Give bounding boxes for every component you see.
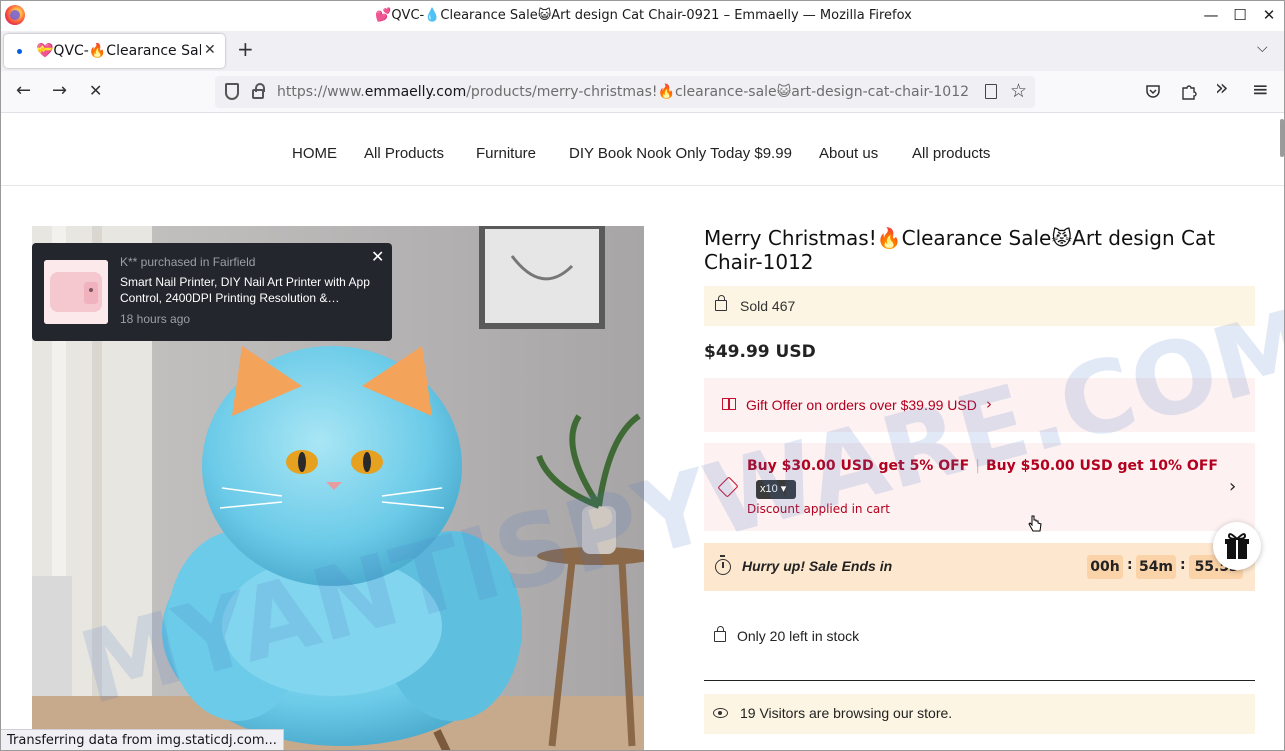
sold-count: Sold 467 — [740, 298, 796, 314]
recent-purchase-popup[interactable]: K** purchased in Fairfield Smart Nail Pr… — [32, 243, 392, 341]
forward-button[interactable]: → — [52, 81, 67, 101]
countdown-hours: 00h — [1087, 555, 1123, 579]
countdown-separator: : — [1180, 557, 1186, 573]
floating-gift-button[interactable] — [1213, 522, 1261, 570]
menu-hamburger-icon[interactable]: ≡ — [1252, 79, 1269, 99]
tracking-protection-shield-icon[interactable] — [225, 83, 239, 100]
discount-separator: | — [975, 458, 980, 474]
gift-icon — [722, 398, 736, 410]
volume-discount-banner[interactable]: Buy $30.00 USD get 5% OFF | Buy $50.00 USD… — [704, 443, 1255, 531]
divider — [704, 680, 1255, 681]
back-button[interactable]: ← — [16, 81, 31, 101]
toast-buyer-location: K** purchased in Fairfield — [120, 255, 256, 269]
nav-link-all-products[interactable]: All Products — [364, 145, 444, 162]
gift-box-icon — [1225, 533, 1249, 559]
product-title: Merry Christmas!🔥Clearance Sale😾Art desi… — [704, 226, 1216, 274]
nav-link-all-products-2[interactable]: All products — [912, 145, 990, 162]
chevron-right-icon[interactable]: › — [986, 395, 992, 413]
extensions-puzzle-icon[interactable] — [1181, 83, 1197, 100]
sold-count-banner: Sold 467 — [704, 286, 1255, 326]
countdown-separator: : — [1127, 557, 1133, 573]
navigation-bar: ← → ✕ https://www.emmaelly.com/products/… — [1, 71, 1284, 113]
eye-icon — [713, 708, 728, 718]
nav-link-furniture[interactable]: Furniture — [476, 145, 536, 162]
browser-window: 💕QVC-💧Clearance Sale😺Art design Cat Chai… — [0, 0, 1285, 751]
tab-strip: 💝QVC-🔥Clearance Sale ✕ + ⌵ — [1, 31, 1284, 71]
sale-countdown-banner: Hurry up! Sale Ends in 00h : 54m : 55.5s — [704, 543, 1255, 591]
url-bar[interactable]: https://www.emmaelly.com/products/merry-… — [215, 76, 1035, 108]
window-title: 💕QVC-💧Clearance Sale😺Art design Cat Chai… — [375, 8, 912, 23]
more-tools-chevron-icon[interactable]: » — [1215, 78, 1228, 100]
tab-active[interactable]: 💝QVC-🔥Clearance Sale ✕ — [4, 34, 225, 68]
minimize-button[interactable]: — — [1197, 4, 1225, 26]
discount-tier-2: Buy $50.00 USD get 10% OFF — [985, 458, 1218, 474]
discount-quantity-dropdown[interactable]: x10 ▾ — [756, 480, 796, 499]
discount-tier-1: Buy $30.00 USD get 5% OFF — [747, 458, 970, 474]
bookmark-star-icon[interactable]: ☆ — [1010, 80, 1027, 102]
countdown-minutes: 54m — [1136, 555, 1176, 579]
stopwatch-icon — [715, 555, 731, 575]
page-scrollbar-thumb[interactable] — [1280, 119, 1284, 157]
lock-icon[interactable] — [252, 83, 265, 99]
toast-time: 18 hours ago — [120, 312, 191, 326]
reader-view-icon[interactable] — [985, 84, 997, 99]
hand-cursor-icon — [1028, 515, 1042, 532]
tab-close-icon[interactable]: ✕ — [204, 42, 216, 58]
visitors-count: 19 Visitors are browsing our store. — [740, 705, 953, 721]
product-price: $49.99 USD — [704, 342, 816, 362]
gift-offer-text[interactable]: Gift Offer on orders over $39.99 USD — [746, 397, 977, 413]
toast-product-name[interactable]: Smart Nail Printer, DIY Nail Art Printer… — [120, 274, 378, 306]
new-tab-button[interactable]: + — [237, 37, 254, 61]
list-all-tabs-button[interactable]: ⌵ — [1257, 40, 1268, 56]
stock-level: Only 20 left in stock — [737, 628, 860, 644]
url-text[interactable]: https://www.emmaelly.com/products/merry-… — [277, 84, 969, 100]
title-bar: 💕QVC-💧Clearance Sale😺Art design Cat Chai… — [1, 1, 1284, 31]
sale-ends-label: Hurry up! Sale Ends in — [742, 558, 893, 574]
close-window-button[interactable]: ✕ — [1255, 4, 1283, 26]
nav-link-home[interactable]: HOME — [292, 145, 337, 162]
price-tag-icon — [717, 476, 739, 498]
web-page: HOME All Products Furniture DIY Book Noo… — [1, 113, 1284, 750]
loading-dot-icon — [17, 49, 22, 54]
pocket-icon[interactable] — [1145, 83, 1161, 99]
nav-link-diy-book-nook[interactable]: DIY Book Nook Only Today $9.99 — [569, 145, 792, 162]
discount-applied-note: Discount applied in cart — [747, 502, 890, 516]
discount-tiers: Buy $30.00 USD get 5% OFF | Buy $50.00 USD… — [747, 458, 1218, 474]
toast-close-icon[interactable]: ✕ — [371, 247, 384, 266]
toast-product-thumbnail — [44, 260, 108, 324]
status-bar: Transferring data from img.staticdj.com.… — [1, 729, 284, 750]
shopping-bag-icon — [715, 295, 727, 311]
tab-label: 💝QVC-🔥Clearance Sale — [36, 43, 201, 59]
site-navigation: HOME All Products Furniture DIY Book Noo… — [1, 113, 1284, 186]
chevron-right-icon[interactable]: › — [1229, 476, 1236, 497]
nav-link-about-us[interactable]: About us — [819, 145, 878, 162]
visitors-banner: 19 Visitors are browsing our store. — [704, 694, 1255, 734]
gift-offer-banner[interactable]: Gift Offer on orders over $39.99 USD › — [704, 378, 1255, 432]
shopping-bag-icon — [714, 626, 726, 642]
stop-button[interactable]: ✕ — [89, 81, 102, 101]
maximize-button[interactable]: ☐ — [1226, 4, 1254, 26]
